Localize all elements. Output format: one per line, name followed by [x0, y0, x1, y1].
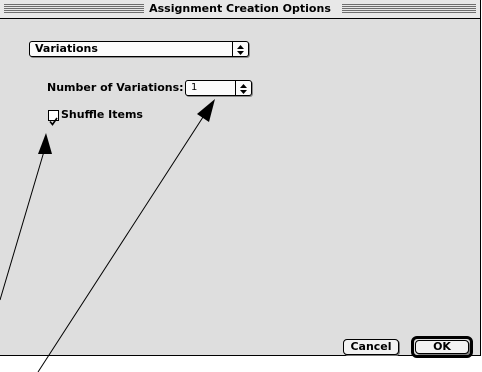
- annotation-arrowhead-variations: [197, 99, 215, 122]
- annotation-arrow-variations: [37, 113, 206, 372]
- annotation-arrowhead-checkbox: [38, 133, 52, 154]
- annotation-arrows: [0, 99, 215, 372]
- annotation-arrow-checkbox: [0, 147, 46, 301]
